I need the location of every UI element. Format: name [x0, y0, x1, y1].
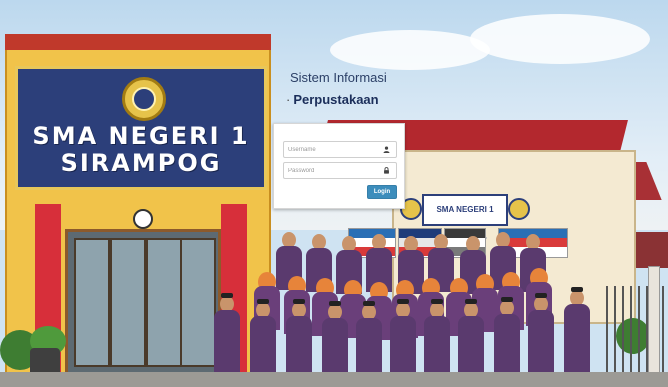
cloud [470, 14, 650, 64]
wall-sign: SMA NEGERI 1 SIRAMPOG [422, 194, 508, 242]
ground [0, 372, 668, 387]
app-subtitle: · Perpustakaan [286, 92, 379, 107]
login-form: Login [273, 123, 405, 209]
username-field [283, 141, 397, 158]
username-input[interactable] [284, 143, 380, 156]
password-input[interactable] [284, 164, 380, 177]
bullet-icon: · [286, 92, 291, 107]
cloud [330, 30, 490, 70]
roof-band [5, 34, 271, 50]
school-logo [508, 198, 530, 220]
password-field [283, 162, 397, 179]
school-emblem-icon [122, 77, 166, 121]
glass-doors [65, 229, 221, 375]
school-name: SMA NEGERI 1 SIRAMPOG [18, 123, 264, 177]
post [648, 266, 660, 387]
school-signboard: SMA NEGERI 1 SIRAMPOG [15, 66, 267, 190]
login-button[interactable]: Login [367, 185, 397, 199]
app-subtitle-text: Perpustakaan [293, 92, 379, 107]
app-title: Sistem Informasi [290, 70, 387, 85]
school-name-line2: SIRAMPOG [60, 149, 222, 177]
clock-icon [133, 209, 153, 229]
school-name-line1: SMA NEGERI 1 [32, 122, 250, 150]
lock-icon [380, 164, 392, 177]
user-icon [380, 143, 392, 156]
group-photo [206, 232, 616, 387]
